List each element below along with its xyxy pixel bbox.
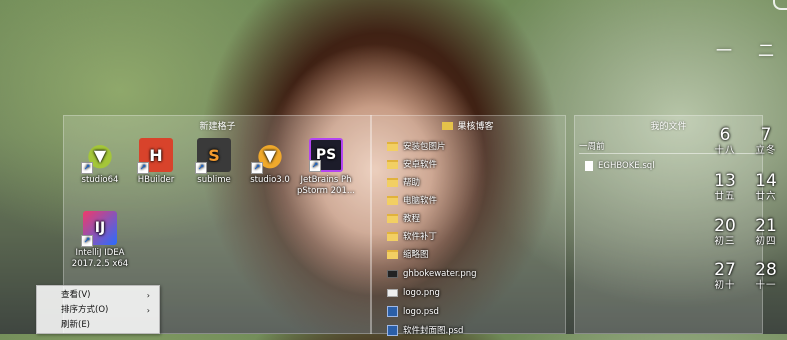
calendar-day: 28 十一 (748, 260, 784, 292)
desktop-icon-label: IntelliJ IDEA 2017.2.5 x64 (71, 248, 129, 269)
calendar-day-number: 14 (755, 171, 777, 191)
file-item[interactable]: 教程 (387, 210, 420, 228)
file-name: 软件补丁 (403, 232, 438, 242)
file-name: 软件封面图.psd (403, 326, 464, 336)
folder-icon (387, 232, 398, 241)
file-item[interactable]: 软件封面图.psd (387, 322, 463, 340)
file-item[interactable]: ghbokewater.png (387, 265, 477, 283)
file-item[interactable]: logo.psd (387, 303, 439, 321)
document-icon (585, 160, 593, 171)
desktop-icon-phpstorm[interactable]: PS ↗ JetBrains Ph pStorm 201... (294, 138, 358, 197)
fence-title: 果核博客 (371, 119, 565, 132)
android-studio-icon: ▼ ↗ (81, 138, 117, 174)
calendar-day-number: 21 (755, 216, 777, 236)
sublime-icon: S ↗ (195, 138, 231, 174)
menu-item-sort[interactable]: 排序方式(O) › (61, 303, 155, 318)
desktop-icon-label: JetBrains Ph pStorm 201... (297, 175, 355, 196)
calendar-lunar-label: 初四 (755, 236, 777, 247)
file-item[interactable]: 帮助 (387, 174, 420, 192)
image-file-icon (387, 269, 398, 278)
menu-item-label: 排序方式(O) (61, 305, 109, 315)
file-name: 教程 (403, 214, 421, 224)
file-item[interactable]: EGHBOKE.sql (585, 160, 655, 172)
desktop-icon-studio64[interactable]: ▼ ↗ studio64 (68, 138, 132, 186)
hbuilder-icon: H ↗ (137, 138, 173, 174)
android-studio-icon: ▼ ↗ (251, 138, 287, 174)
desktop-icon-label: studio64 (81, 175, 119, 185)
menu-item-refresh[interactable]: 刷新(E) (61, 318, 155, 333)
calendar-day: 27 初十 (707, 260, 743, 292)
chevron-right-icon: › (146, 291, 150, 300)
context-menu: 查看(V) › 排序方式(O) › 刷新(E) (36, 285, 160, 334)
fence-title: 新建格子 (199, 122, 236, 132)
desktop-icon-label: sublime (197, 175, 231, 185)
calendar-weekday-1: 一 (716, 41, 733, 60)
calendar-day: 13 廿五 (707, 171, 743, 203)
desktop-icon-studio3[interactable]: ▼ ↗ studio3.0 (238, 138, 302, 186)
file-name: EGHBOKE.sql (598, 161, 655, 171)
calendar-day-number: 28 (755, 260, 777, 280)
desktop-icon-label: HBuilder (137, 175, 175, 185)
file-name: ghbokewater.png (403, 269, 477, 279)
calendar-lunar-label: 初十 (714, 280, 736, 291)
calendar-lunar-label: 十一 (755, 280, 777, 291)
file-item[interactable]: 安装包图片 (387, 138, 446, 156)
chevron-right-icon: › (146, 306, 150, 315)
calendar-lunar-label: 立冬 (755, 145, 777, 156)
menu-item-label: 查看(V) (61, 290, 91, 300)
file-item[interactable]: 缩略图 (387, 246, 429, 264)
intellij-idea-icon: IJ ↗ (81, 211, 117, 247)
menu-item-label: 刷新(E) (61, 320, 91, 330)
file-name: 安装包图片 (403, 142, 446, 152)
calendar-day-number: 20 (714, 216, 736, 236)
file-name: 帮助 (403, 178, 421, 188)
file-name: 电脑软件 (403, 196, 438, 206)
calendar-day-number: 6 (719, 125, 731, 145)
calendar-lunar-label: 廿五 (714, 191, 736, 202)
calendar-day: 6 十八 (707, 125, 743, 157)
folder-icon (387, 160, 398, 169)
menu-item-view[interactable]: 查看(V) › (61, 288, 155, 303)
psd-file-icon (387, 325, 398, 336)
calendar-day: 20 初三 (707, 216, 743, 248)
calendar-day: 21 初四 (748, 216, 784, 248)
fence-panel-guoke[interactable]: 果核博客 安装包图片 安卓软件 帮助 电脑软件 教程 软件补丁 缩略图 ghbo… (370, 115, 566, 336)
file-item[interactable]: 软件补丁 (387, 228, 437, 246)
file-name: 安卓软件 (403, 160, 438, 170)
calendar-lunar-label: 初三 (714, 236, 736, 247)
file-item[interactable]: 电脑软件 (387, 192, 437, 210)
folder-icon (387, 250, 398, 259)
phpstorm-icon: PS ↗ (309, 138, 343, 172)
calendar-lunar-label: 十八 (714, 145, 736, 156)
desktop-icon-hbuilder[interactable]: H ↗ HBuilder (124, 138, 188, 186)
calendar-weekday-2: 二 (758, 41, 775, 60)
calendar-day-number: 13 (714, 171, 736, 191)
fence-title-text: 果核博客 (457, 122, 494, 132)
image-file-icon (387, 288, 398, 297)
calendar-day-number: 7 (760, 125, 772, 145)
section-label: 一周前 (579, 142, 605, 152)
calendar-day-number: 27 (714, 260, 736, 280)
psd-file-icon (387, 306, 398, 317)
file-name: logo.png (403, 288, 440, 298)
desktop-icon-intellij[interactable]: IJ ↗ IntelliJ IDEA 2017.2.5 x64 (68, 211, 132, 270)
desktop-icon-label: studio3.0 (250, 175, 290, 185)
desktop-icon-sublime[interactable]: S ↗ sublime (182, 138, 246, 186)
calendar-day: 14 廿六 (748, 171, 784, 203)
corner-curve-shape (773, 0, 787, 10)
calendar-lunar-label: 廿六 (755, 191, 777, 202)
calendar-day: 7 立冬 (748, 125, 784, 157)
file-item[interactable]: 安卓软件 (387, 156, 437, 174)
folder-icon (387, 142, 398, 151)
folder-icon (387, 214, 398, 223)
folder-icon (387, 178, 398, 187)
folder-icon (387, 196, 398, 205)
file-item[interactable]: logo.png (387, 284, 440, 302)
file-name: 缩略图 (403, 250, 429, 260)
folder-icon (442, 121, 454, 130)
file-name: logo.psd (403, 307, 439, 317)
